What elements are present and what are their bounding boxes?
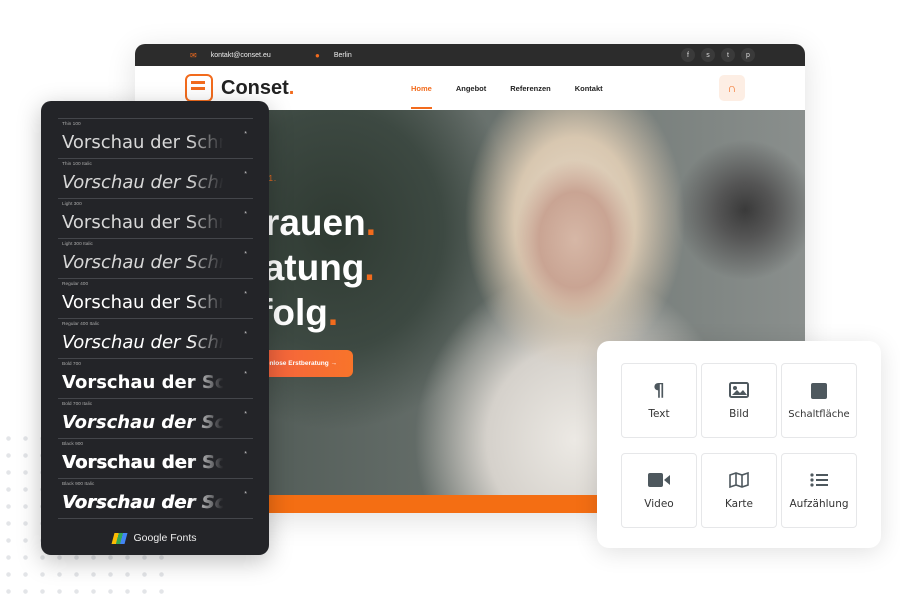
widget-label: Karte [724, 498, 754, 510]
widget-label: Bild [729, 408, 749, 420]
headset-icon[interactable]: ∩ [719, 75, 745, 101]
logo-dot: . [288, 76, 295, 99]
font-preview-text: Vorschau der Schriftart [62, 452, 232, 473]
widget-panel: ¶ Text Bild Schaltfläche Video Karte Auf… [597, 341, 881, 548]
social-links: f s t p [681, 48, 755, 62]
star-icon[interactable]: * [244, 291, 247, 298]
font-preview-text: Vorschau der Schriftart [62, 252, 232, 273]
widget-label: Text [648, 408, 670, 420]
font-weight-label: Thin 100 Italic [62, 162, 92, 167]
font-weight-label: Light 300 [62, 202, 82, 207]
star-icon[interactable]: * [244, 411, 247, 418]
font-row[interactable]: Bold 700 Vorschau der Schriftart * [58, 358, 253, 398]
font-preview-text: Vorschau der Schriftart [62, 492, 232, 513]
divider [58, 518, 253, 519]
nav-home[interactable]: Home [411, 84, 432, 109]
widget-image[interactable]: Bild [701, 363, 777, 438]
font-preview-text: Vorschau der Schriftart [62, 412, 232, 433]
widget-map[interactable]: Karte [701, 453, 777, 528]
font-preview-text: Vorschau der Schriftart [62, 172, 232, 193]
button-square-icon [811, 382, 827, 400]
location-pin-icon: ● [315, 50, 320, 60]
google-fonts-label: Google Fonts [133, 532, 197, 544]
font-preview-panel: Thin 100 Vorschau der Schriftart *Thin 1… [41, 101, 269, 555]
logo-text: Conset [221, 76, 289, 99]
star-icon[interactable]: * [244, 491, 247, 498]
widget-video[interactable]: Video [621, 453, 697, 528]
skype-icon[interactable]: s [701, 48, 715, 62]
font-row[interactable]: Thin 100 Vorschau der Schriftart * [58, 118, 253, 158]
paragraph-icon: ¶ [653, 379, 665, 401]
twitter-icon[interactable]: t [721, 48, 735, 62]
font-preview-text: Vorschau der Schriftart [62, 212, 232, 233]
google-fonts-logo: Google Fonts [41, 532, 269, 544]
logo-icon [185, 74, 213, 102]
star-icon[interactable]: * [244, 171, 247, 178]
top-bar: ✉ kontakt@conset.eu ● Berlin f s t p [135, 44, 805, 66]
font-weight-label: Bold 700 [62, 362, 81, 367]
main-nav: Home Angebot Referenzen Kontakt [411, 66, 603, 110]
pinterest-icon[interactable]: p [741, 48, 755, 62]
font-row[interactable]: Regular 400 Italic Vorschau der Schrifta… [58, 318, 253, 358]
location-text: Berlin [333, 51, 352, 59]
font-preview-text: Vorschau der Schriftart [62, 372, 232, 393]
font-weight-label: Bold 700 Italic [62, 402, 93, 407]
widget-label: Aufzählung [789, 498, 849, 510]
font-row[interactable]: Regular 400 Vorschau der Schriftart * [58, 278, 253, 318]
location-info: ● Berlin [315, 44, 352, 66]
font-row[interactable]: Black 900 Italic Vorschau der Schriftart… [58, 478, 253, 518]
star-icon[interactable]: * [244, 131, 247, 138]
font-weight-label: Light 300 Italic [62, 242, 93, 247]
font-row[interactable]: Bold 700 Italic Vorschau der Schriftart … [58, 398, 253, 438]
widget-text[interactable]: ¶ Text [621, 363, 697, 438]
facebook-icon[interactable]: f [681, 48, 695, 62]
widget-button[interactable]: Schaltfläche [781, 363, 857, 438]
video-camera-icon [648, 471, 670, 489]
list-icon [810, 471, 828, 489]
image-icon [729, 381, 749, 399]
star-icon[interactable]: * [244, 331, 247, 338]
font-preview-text: Vorschau der Schriftart [62, 332, 232, 353]
widget-label: Video [644, 498, 674, 510]
font-preview-text: Vorschau der Schriftart [62, 132, 232, 153]
font-preview-text: Vorschau der Schriftart [62, 292, 232, 313]
font-weight-label: Thin 100 [62, 122, 81, 127]
star-icon[interactable]: * [244, 211, 247, 218]
font-row[interactable]: Thin 100 Italic Vorschau der Schriftart … [58, 158, 253, 198]
google-fonts-icon [111, 532, 128, 544]
mail-icon: ✉ [190, 50, 197, 60]
font-weight-label: Regular 400 [62, 282, 89, 287]
font-weight-label: Regular 400 Italic [62, 322, 100, 327]
font-row[interactable]: Black 900 Vorschau der Schriftart * [58, 438, 253, 478]
star-icon[interactable]: * [244, 251, 247, 258]
star-icon[interactable]: * [244, 451, 247, 458]
font-row[interactable]: Light 300 Italic Vorschau der Schriftart… [58, 238, 253, 278]
widget-label: Schaltfläche [788, 408, 850, 420]
map-icon [729, 471, 749, 489]
logo[interactable]: Conset. [185, 74, 294, 102]
nav-angebot[interactable]: Angebot [456, 84, 486, 93]
email-link[interactable]: kontakt@conset.eu [211, 52, 271, 59]
nav-kontakt[interactable]: Kontakt [575, 84, 603, 93]
font-row[interactable]: Light 300 Vorschau der Schriftart * [58, 198, 253, 238]
widget-list[interactable]: Aufzählung [781, 453, 857, 528]
font-weight-label: Black 900 Italic [62, 482, 95, 487]
contact-info: ✉ kontakt@conset.eu [190, 44, 271, 66]
nav-referenzen[interactable]: Referenzen [510, 84, 550, 93]
star-icon[interactable]: * [244, 371, 247, 378]
font-weight-label: Black 900 [62, 442, 84, 447]
